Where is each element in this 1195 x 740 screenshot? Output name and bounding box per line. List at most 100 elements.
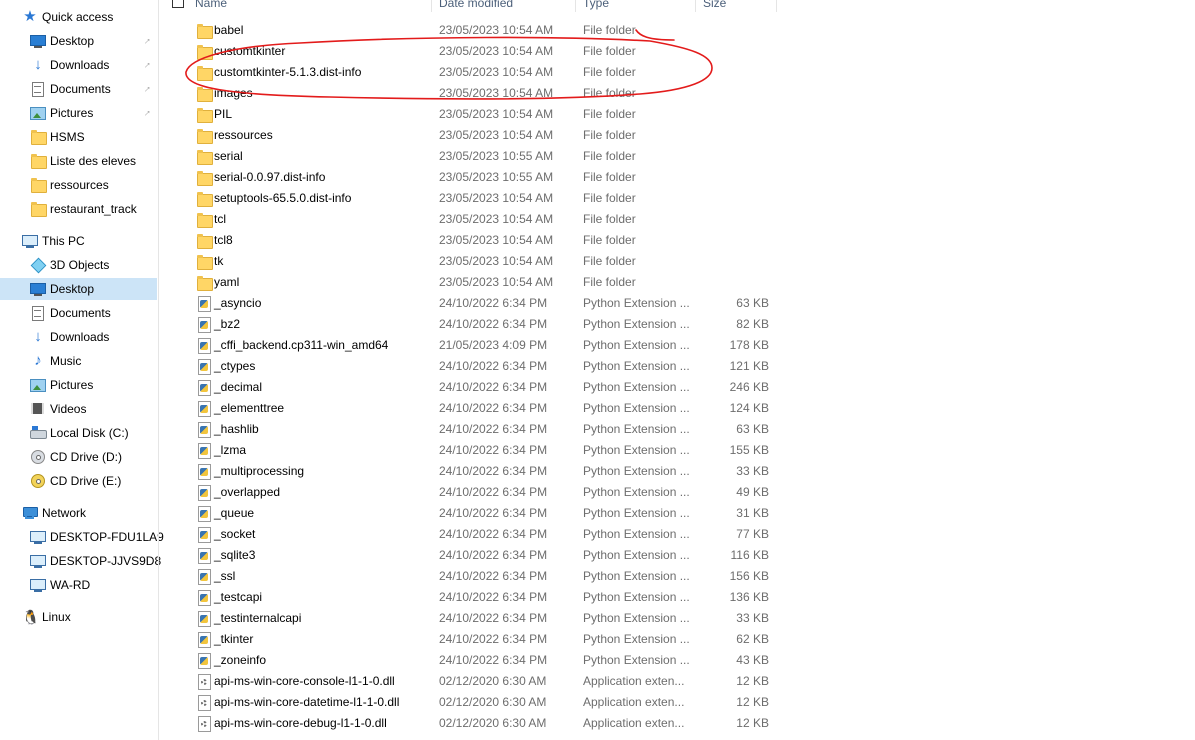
sidebar-item-pc-5[interactable]: Pictures [0,374,157,396]
column-separator[interactable] [575,0,576,12]
sidebar-linux[interactable]: 🐧 Linux [0,606,157,628]
file-row[interactable]: tcl 23/05/2023 10:54 AM File folder [159,209,777,230]
file-row[interactable]: _asyncio 24/10/2022 6:34 PM Python Extensi… [159,293,777,314]
file-name: _ssl [214,569,236,583]
file-name: customtkinter [214,44,286,58]
file-row[interactable]: babel 23/05/2023 10:54 AM File folder [159,20,777,41]
file-row[interactable]: _queue 24/10/2022 6:34 PM Python Extension… [159,503,777,524]
sidebar-item-network-2[interactable]: WA-RD [0,574,157,596]
file-row[interactable]: ressources 23/05/2023 10:54 AM File folder [159,125,777,146]
file-row[interactable]: api-ms-win-core-debug-l1-1-0.dll 02/12/20… [159,713,777,734]
file-row[interactable]: _cffi_backend.cp311-win_amd64 21/05/2023 … [159,335,777,356]
file-row[interactable]: _socket 24/10/2022 6:34 PM Python Extensio… [159,524,777,545]
file-type: Application exten... [583,695,685,709]
column-separator[interactable] [431,0,432,12]
sidebar-item-pc-9[interactable]: CD Drive (E:) [0,470,157,492]
file-size: 246 KB [729,380,769,394]
file-row[interactable]: _testcapi 24/10/2022 6:34 PM Python Extens… [159,587,777,608]
file-name: _ctypes [214,359,256,373]
column-name-header[interactable]: Name [195,0,227,11]
network-icon [22,505,38,521]
file-row[interactable]: _testinternalcapi 24/10/2022 6:34 PM Pytho… [159,608,777,629]
sidebar-network[interactable]: Network [0,502,157,524]
column-date-header[interactable]: Date modified [439,0,513,11]
file-row[interactable]: _overlapped 24/10/2022 6:34 PM Python Exte… [159,482,777,503]
file-row[interactable]: _ssl 24/10/2022 6:34 PM Python Extension .… [159,566,777,587]
file-name: api-ms-win-core-console-l1-1-0.dll [214,674,395,688]
pin-icon: → [139,33,155,49]
local-disk-icon [30,425,47,441]
file-row[interactable]: serial-0.0.97.dist-info 23/05/2023 10:55 … [159,167,777,188]
file-row[interactable]: _sqlite3 24/10/2022 6:34 PM Python Extensi… [159,545,777,566]
navigation-pane: ★ Quick access Desktop → ↓ Downloads → Document… [0,0,164,740]
computer-icon [30,577,46,593]
select-all-checkbox[interactable] [172,0,184,8]
file-row[interactable]: images 23/05/2023 10:54 AM File folder [159,83,777,104]
sidebar-item-quick-6[interactable]: ressources [0,174,157,196]
sidebar-item-pc-3[interactable]: ↓ Downloads [0,326,157,348]
column-type-header[interactable]: Type [583,0,609,11]
file-name: ressources [214,128,273,142]
file-row[interactable]: _elementtree 24/10/2022 6:34 PM Python Ext… [159,398,777,419]
file-name: _lzma [214,443,247,457]
file-row[interactable]: _ctypes 24/10/2022 6:34 PM Python Extensio… [159,356,777,377]
pictures-icon [30,377,46,393]
sidebar-item-quick-0[interactable]: Desktop → [0,30,157,52]
file-name: PIL [214,107,233,121]
folder-icon [196,23,213,39]
cd-drive-icon [30,449,46,465]
sidebar-item-quick-1[interactable]: ↓ Downloads → [0,54,157,76]
file-row[interactable]: yaml 23/05/2023 10:54 AM File folder [159,272,777,293]
sidebar-item-pc-7[interactable]: Local Disk (C:) [0,422,157,444]
file-row[interactable]: _multiprocessing 24/10/2022 6:34 PM Python… [159,461,777,482]
file-row[interactable]: api-ms-win-core-console-l1-1-0.dll 02/12/… [159,671,777,692]
column-size-header[interactable]: Size [703,0,726,11]
file-row[interactable]: tcl8 23/05/2023 10:54 AM File folder [159,230,777,251]
file-row[interactable]: _zoneinfo 24/10/2022 6:34 PM Python Extens… [159,650,777,671]
file-date-modified: 23/05/2023 10:54 AM [439,254,554,268]
file-row[interactable]: _hashlib 24/10/2022 6:34 PM Python Extensi… [159,419,777,440]
computer-icon [30,529,46,545]
sidebar-item-quick-7[interactable]: restaurant_track [0,198,157,220]
file-row[interactable]: _tkinter 24/10/2022 6:34 PM Python Extensi… [159,629,777,650]
column-separator[interactable] [776,0,777,12]
sidebar-item-pc-2[interactable]: Documents [0,302,157,324]
sidebar-item-pc-1[interactable]: Desktop [0,278,157,300]
sidebar-this-pc[interactable]: This PC [0,230,157,252]
sidebar-item-label: Pictures [50,378,94,392]
file-row[interactable]: tk 23/05/2023 10:54 AM File folder [159,251,777,272]
file-row[interactable]: serial 23/05/2023 10:55 AM File folder [159,146,777,167]
file-row[interactable]: api-ms-win-core-datetime-l1-1-0.dll 02/12… [159,692,777,713]
file-size: 121 KB [729,359,769,373]
file-row[interactable]: setuptools-65.5.0.dist-info 23/05/2023 10… [159,188,777,209]
file-type: Python Extension ... [583,296,690,310]
sidebar-item-network-1[interactable]: DESKTOP-JJVS9D8 [0,550,161,572]
sidebar-item-quick-5[interactable]: Liste des eleves [0,150,157,172]
sidebar-item-label: Quick access [42,10,114,24]
file-size: 33 KB [736,611,769,625]
file-row[interactable]: _bz2 24/10/2022 6:34 PM Python Extension .… [159,314,777,335]
file-type: Python Extension ... [583,611,690,625]
sidebar-quick-access[interactable]: ★ Quick access [0,6,157,28]
file-name: _testcapi [214,590,263,604]
sidebar-item-network-0[interactable]: DESKTOP-FDU1LA9 [0,526,164,548]
sidebar-item-quick-2[interactable]: Documents → [0,78,157,100]
sidebar-item-quick-3[interactable]: Pictures → [0,102,157,124]
file-row[interactable]: customtkinter 23/05/2023 10:54 AM File fol… [159,41,777,62]
column-separator[interactable] [695,0,696,12]
sidebar-item-pc-6[interactable]: Videos [0,398,157,420]
file-row[interactable]: PIL 23/05/2023 10:54 AM File folder [159,104,777,125]
file-name: images [214,86,253,100]
python-file-icon [196,590,212,606]
file-row[interactable]: _lzma 24/10/2022 6:34 PM Python Extension … [159,440,777,461]
file-date-modified: 24/10/2022 6:34 PM [439,443,548,457]
sidebar-item-quick-4[interactable]: HSMS [0,126,157,148]
file-row[interactable]: _decimal 24/10/2022 6:34 PM Python Extensi… [159,377,777,398]
file-type: Python Extension ... [583,485,690,499]
sidebar-item-pc-0[interactable]: 3D Objects [0,254,157,276]
sidebar-item-pc-8[interactable]: CD Drive (D:) [0,446,157,468]
file-type: File folder [583,86,636,100]
file-row[interactable]: customtkinter-5.1.3.dist-info 23/05/2023 … [159,62,777,83]
python-file-icon [196,548,212,564]
sidebar-item-pc-4[interactable]: ♪ Music [0,350,157,372]
